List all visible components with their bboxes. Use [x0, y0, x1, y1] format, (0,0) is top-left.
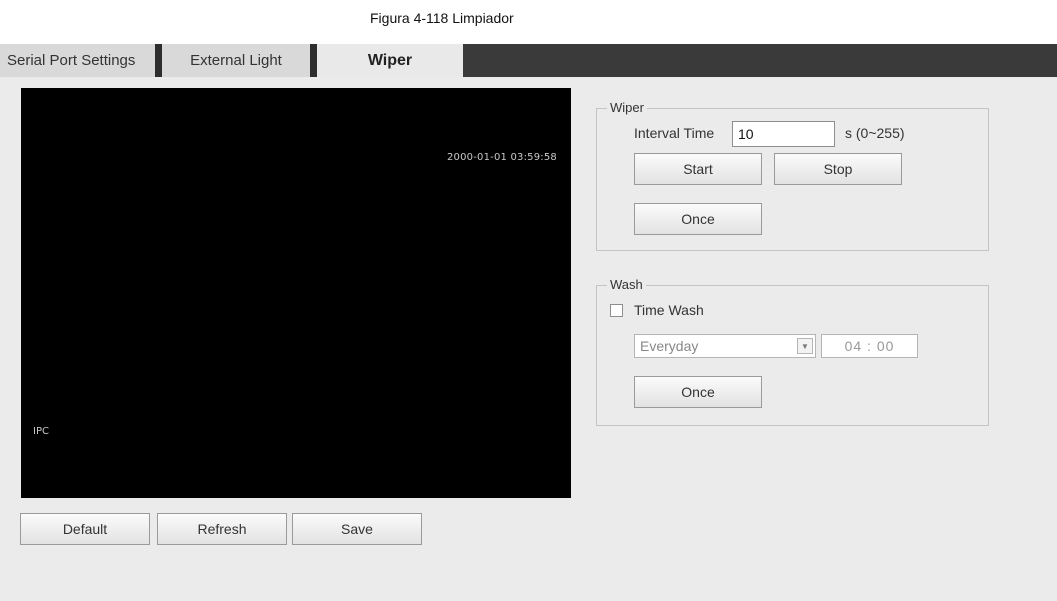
- wash-legend: Wash: [607, 277, 646, 292]
- video-channel-label: IPC: [33, 426, 49, 437]
- wash-group: Wash Time Wash Everyday ▼ 04 : 00 Once: [596, 277, 989, 426]
- wash-once-button[interactable]: Once: [634, 376, 762, 408]
- wiper-stop-button[interactable]: Stop: [774, 153, 902, 185]
- interval-unit-label: s (0~255): [845, 125, 905, 141]
- interval-time-input[interactable]: 10: [732, 121, 835, 147]
- chevron-down-icon: ▼: [797, 338, 813, 354]
- wiper-group: Wiper Interval Time 10 s (0~255) Start S…: [596, 100, 989, 251]
- interval-time-label: Interval Time: [634, 125, 715, 141]
- time-wash-checkbox[interactable]: [610, 304, 623, 317]
- save-button[interactable]: Save: [292, 513, 422, 545]
- default-button[interactable]: Default: [20, 513, 150, 545]
- tab-separator: [155, 44, 162, 77]
- wiper-legend: Wiper: [607, 100, 647, 115]
- wiper-once-button[interactable]: Once: [634, 203, 762, 235]
- wash-schedule-select[interactable]: Everyday ▼: [634, 334, 816, 358]
- tab-wiper[interactable]: Wiper: [317, 44, 463, 77]
- figure-caption: Figura 4-118 Limpiador: [370, 10, 514, 26]
- wash-schedule-value: Everyday: [640, 338, 699, 354]
- tab-bar-fill: [463, 44, 1057, 77]
- content-panel: 2000-01-01 03:59:58 IPC Default Refresh …: [0, 77, 1057, 601]
- tab-separator: [310, 44, 317, 77]
- time-wash-label: Time Wash: [634, 302, 704, 318]
- tab-external-light[interactable]: External Light: [162, 44, 310, 77]
- refresh-button[interactable]: Refresh: [157, 513, 287, 545]
- live-video-preview[interactable]: 2000-01-01 03:59:58 IPC: [21, 88, 571, 498]
- tab-serial-port-settings[interactable]: Serial Port Settings: [0, 44, 155, 77]
- wiper-start-button[interactable]: Start: [634, 153, 762, 185]
- video-timestamp: 2000-01-01 03:59:58: [446, 152, 557, 163]
- tab-bar: Serial Port Settings External Light Wipe…: [0, 44, 1057, 77]
- wash-time-input[interactable]: 04 : 00: [821, 334, 918, 358]
